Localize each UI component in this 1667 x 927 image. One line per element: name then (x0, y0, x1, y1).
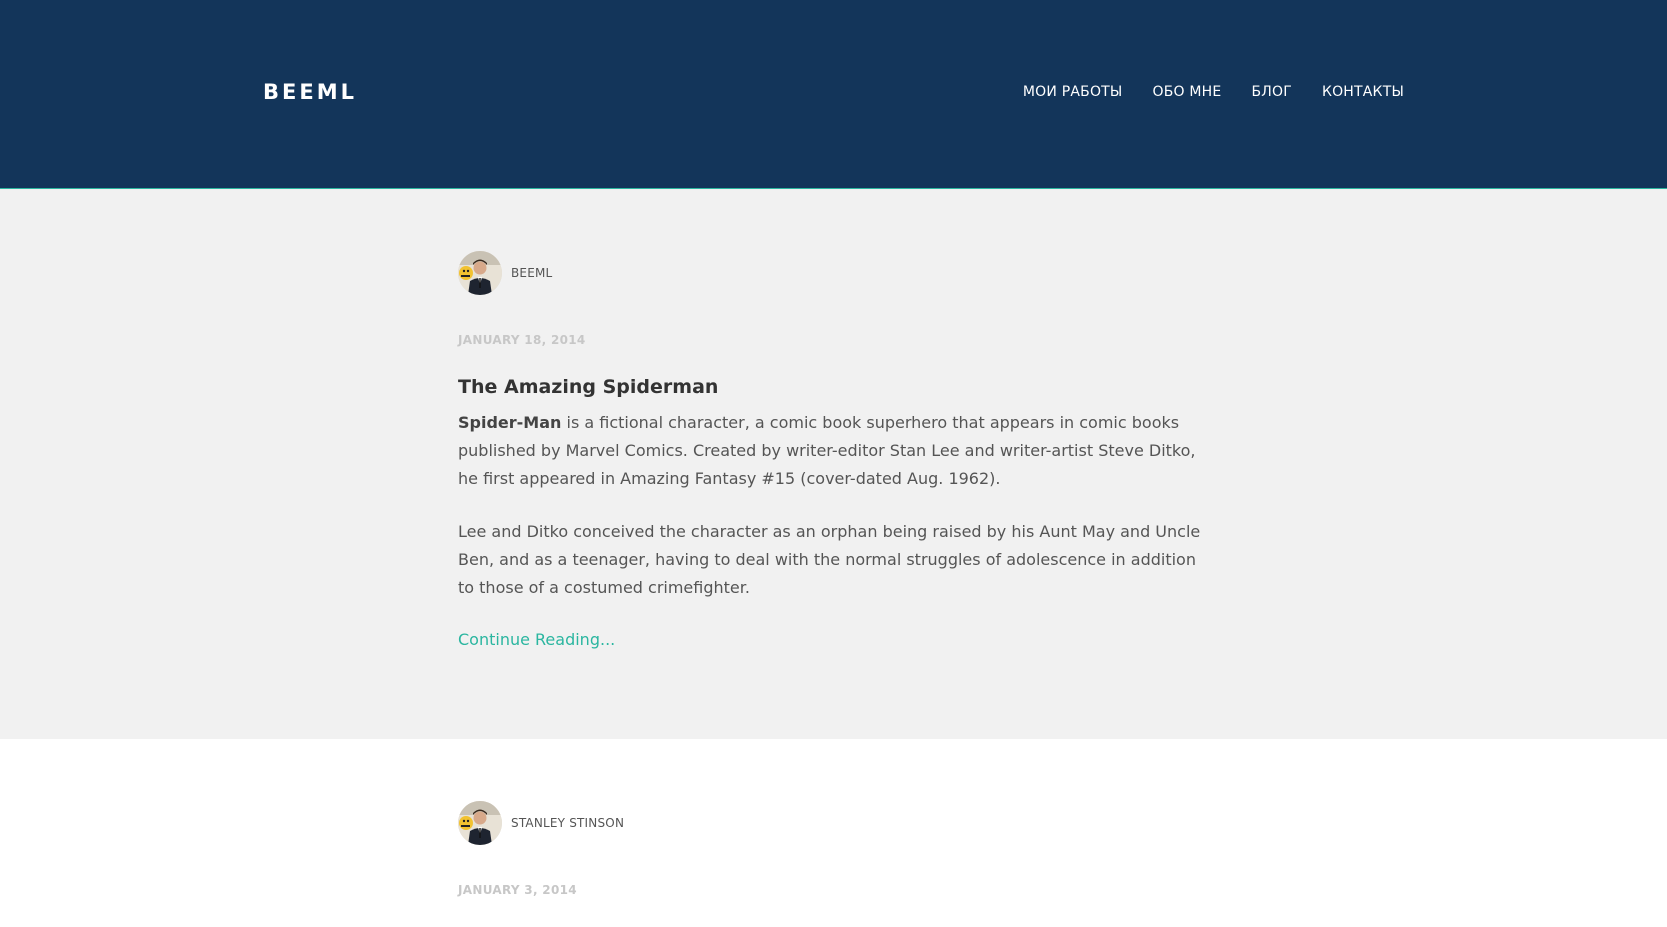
post-title[interactable]: The Amazing Spiderman (458, 376, 718, 398)
site-header: BEEML МОИ РАБОТЫ ОБО МНЕ БЛОГ КОНТАКТЫ (0, 0, 1667, 189)
main-nav: МОИ РАБОТЫ ОБО МНЕ БЛОГ КОНТАКТЫ (1023, 84, 1404, 100)
continue-reading-link[interactable]: Continue Reading... (458, 630, 615, 649)
post-date: JANUARY 18, 2014 (458, 333, 586, 347)
nav-item-my-works[interactable]: МОИ РАБОТЫ (1023, 84, 1123, 100)
excerpt-text: is a fictional character, a comic book s… (458, 413, 1196, 488)
excerpt-paragraph: Spider-Man is a fictional character, a c… (458, 409, 1208, 493)
post-author: STANLEY STINSON (458, 801, 624, 845)
author-name[interactable]: BEEML (511, 266, 552, 280)
post-excerpt: Spider-Man is a fictional character, a c… (458, 409, 1208, 627)
post-date: JANUARY 3, 2014 (458, 883, 577, 897)
nav-item-blog[interactable]: БЛОГ (1251, 84, 1292, 100)
excerpt-paragraph: Lee and Ditko conceived the character as… (458, 522, 1201, 597)
post-card: BEEML JANUARY 18, 2014 The Amazing Spide… (0, 189, 1667, 739)
nav-item-about[interactable]: ОБО МНЕ (1152, 84, 1221, 100)
author-name[interactable]: STANLEY STINSON (511, 816, 624, 830)
author-avatar (458, 801, 502, 845)
excerpt-bold: Spider-Man (458, 413, 562, 432)
nav-item-contacts[interactable]: КОНТАКТЫ (1322, 84, 1404, 100)
author-avatar (458, 251, 502, 295)
post-card: STANLEY STINSON JANUARY 3, 2014 (0, 739, 1667, 927)
post-author: BEEML (458, 251, 552, 295)
site-logo-link[interactable]: BEEML (263, 80, 357, 104)
